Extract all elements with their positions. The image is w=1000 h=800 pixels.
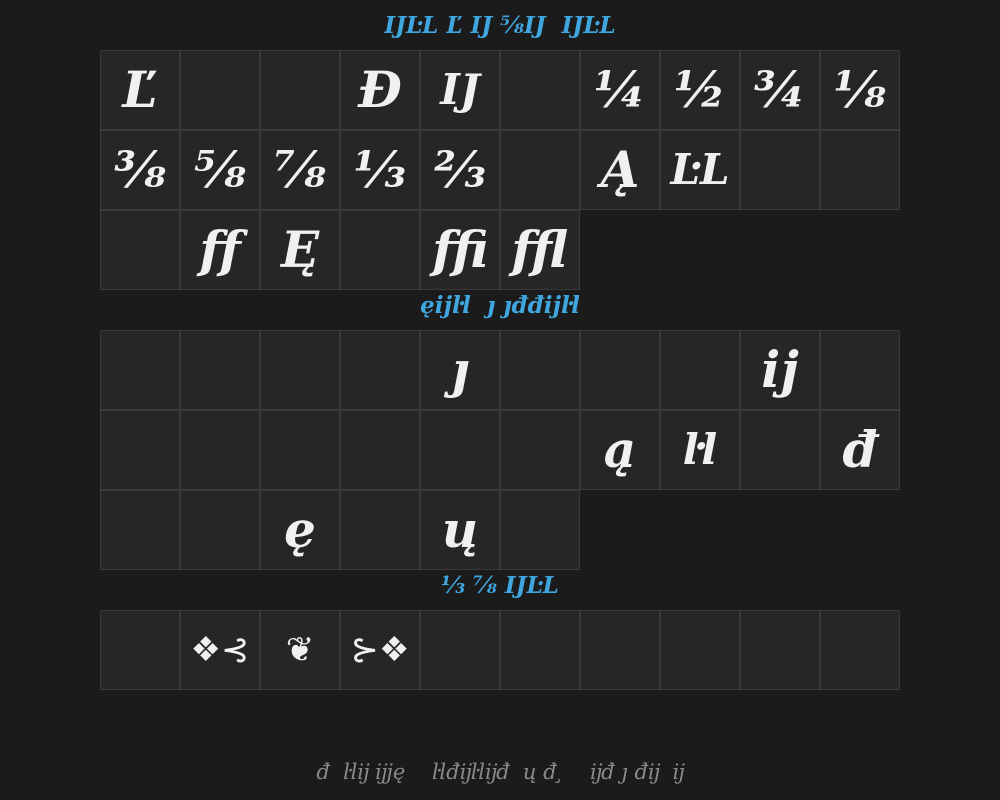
glyph-cell [500, 330, 580, 410]
glyph-cell [500, 130, 580, 210]
glyph-cell: IJ [420, 50, 500, 130]
glyph-cell: Ę [260, 210, 340, 290]
glyph-cell [660, 610, 740, 690]
glyph-cell: ŀl [660, 410, 740, 490]
glyph-cell: ¼ [580, 50, 660, 130]
glyph-cell [660, 330, 740, 410]
glyph-grid-2: ȷ ĳ ą ŀl đ ę ų [100, 330, 900, 570]
glyph-cell: ĿL [660, 130, 740, 210]
glyph-cell: ⅝ [180, 130, 260, 210]
glyph-cell [180, 50, 260, 130]
glyph-cell: đ [820, 410, 900, 490]
glyph-cell: ĳ [740, 330, 820, 410]
glyph-cell [100, 610, 180, 690]
glyph-cell: ⊱❖ [340, 610, 420, 690]
glyph-cell: ½ [660, 50, 740, 130]
glyph-cell [340, 210, 420, 290]
glyph-cell [260, 50, 340, 130]
glyph-cell: ą [580, 410, 660, 490]
footer-sample-text: đ ŀlĳ ĳję ŀlđĳŀlĳđ ų đ ̧ ĳđ ȷ đĳ ĳ [316, 760, 684, 784]
glyph-cell: Ľ [100, 50, 180, 130]
glyph-cell [820, 130, 900, 210]
glyph-cell [260, 330, 340, 410]
glyph-cell: ę [260, 490, 340, 570]
glyph-cell: Đ [340, 50, 420, 130]
glyph-cell [100, 490, 180, 570]
glyph-cell [180, 490, 260, 570]
glyph-cell [500, 490, 580, 570]
glyph-cell [820, 330, 900, 410]
glyph-cell: ⅔ [420, 130, 500, 210]
glyph-cell [340, 490, 420, 570]
glyph-cell [580, 330, 660, 410]
glyph-cell [100, 330, 180, 410]
glyph-cell [340, 330, 420, 410]
glyph-cell: ﬄ [500, 210, 580, 290]
glyph-cell [340, 410, 420, 490]
glyph-cell: ﬃ [420, 210, 500, 290]
glyph-cell: ų [420, 490, 500, 570]
glyph-cell: ❦ [260, 610, 340, 690]
glyph-cell [500, 50, 580, 130]
glyph-cell [180, 410, 260, 490]
glyph-cell: ﬀ [180, 210, 260, 290]
section-2-header: ęĳŀl ȷ ȷđđĳŀl [420, 292, 580, 319]
glyph-cell [260, 410, 340, 490]
glyph-grid-3: ❖⊰ ❦ ⊱❖ [100, 610, 900, 690]
glyph-cell: ¾ [740, 50, 820, 130]
glyph-cell [180, 330, 260, 410]
glyph-cell [100, 210, 180, 290]
glyph-cell: ❖⊰ [180, 610, 260, 690]
section-3-header: ⅓ ⅞ IJĿL [441, 572, 559, 599]
glyph-cell: ȷ [420, 330, 500, 410]
glyph-cell [500, 410, 580, 490]
glyph-cell [740, 610, 820, 690]
section-1-header: IJĿL Ľ IJ ⅝IJ IJĿL [384, 12, 616, 39]
glyph-cell [420, 610, 500, 690]
glyph-cell [740, 130, 820, 210]
glyph-cell: ⅓ [340, 130, 420, 210]
glyph-cell [500, 610, 580, 690]
glyph-cell: ⅜ [100, 130, 180, 210]
glyph-cell [100, 410, 180, 490]
glyph-cell: ⅛ [820, 50, 900, 130]
glyph-cell [820, 610, 900, 690]
glyph-grid-1: Ľ Đ IJ ¼ ½ ¾ ⅛ ⅜ ⅝ ⅞ ⅓ ⅔ Ą ĿL ﬀ Ęﬃ ﬄ [100, 50, 900, 290]
glyph-cell [420, 410, 500, 490]
glyph-cell [740, 410, 820, 490]
glyph-cell: ⅞ [260, 130, 340, 210]
glyph-cell [580, 610, 660, 690]
glyph-cell: Ą [580, 130, 660, 210]
